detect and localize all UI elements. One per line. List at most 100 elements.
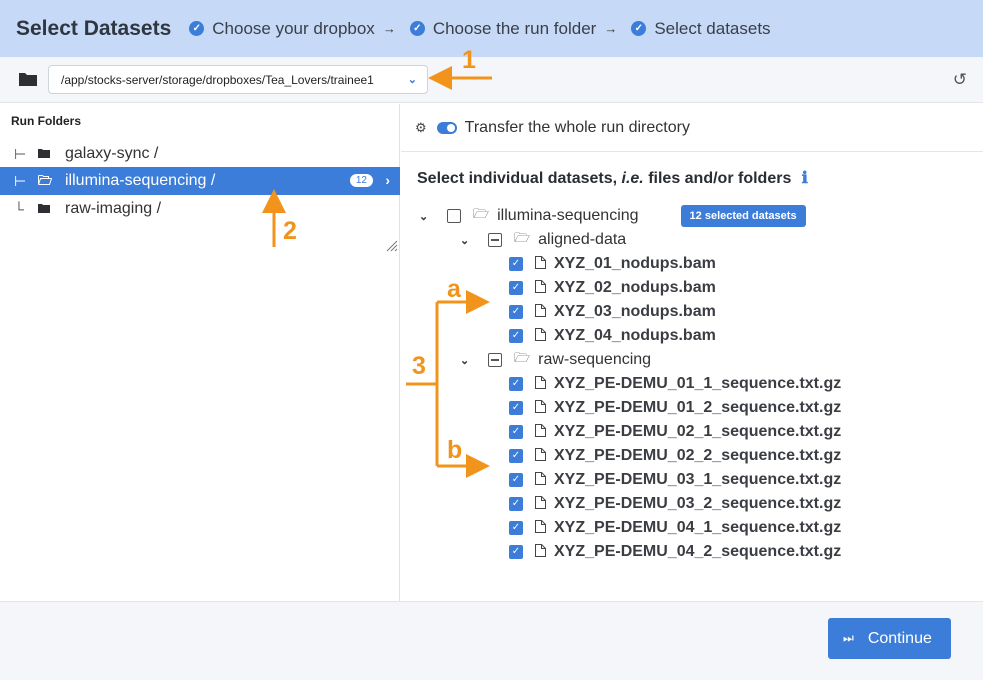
file-checkbox[interactable]: ✓: [509, 545, 523, 559]
continue-label: Continue: [867, 629, 932, 647]
chevron-down-icon[interactable]: ⌄: [460, 234, 474, 247]
tree-folder-row: ⌄ 🗁 raw-sequencing: [460, 348, 651, 372]
file-icon: [535, 520, 546, 536]
step-choose-dropbox[interactable]: ✓ Choose your dropbox →: [189, 19, 396, 39]
file-icon: [535, 328, 546, 344]
folder-checkbox[interactable]: [488, 233, 502, 247]
file-icon: [535, 376, 546, 392]
transfer-toggle[interactable]: [436, 121, 457, 134]
tree-file-row: ✓ XYZ_03_nodups.bam: [509, 300, 716, 324]
folder-icon: [38, 147, 52, 161]
page-title: Select Datasets: [16, 16, 172, 40]
folder-checkbox[interactable]: [488, 353, 502, 367]
file-checkbox[interactable]: ✓: [509, 497, 523, 511]
selection-title-text: files and/or folders: [643, 170, 792, 187]
tree-file-row: ✓ XYZ_02_nodups.bam: [509, 276, 716, 300]
file-checkbox[interactable]: ✓: [509, 257, 523, 271]
root-checkbox[interactable]: [447, 209, 461, 223]
tree-root-row: ⌄ 🗁 illumina-sequencing 12 selected data…: [419, 204, 806, 228]
dataset-count-badge: 12: [349, 174, 373, 187]
tree-file-row: ✓ XYZ_01_nodups.bam: [509, 252, 716, 276]
folder-open-icon: 🗁: [473, 206, 490, 221]
run-folder-galaxy-sync[interactable]: ⊢ galaxy-sync /: [0, 140, 400, 168]
annotation-label-1: 1: [462, 46, 476, 74]
file-checkbox[interactable]: ✓: [509, 305, 523, 319]
folder-icon: [38, 202, 52, 216]
dropbox-path-value: /app/stocks-server/storage/dropboxes/Tea…: [61, 73, 374, 87]
file-name: XYZ_PE-DEMU_03_2_sequence.txt.gz: [554, 495, 842, 512]
check-circle-icon: ✓: [631, 21, 647, 36]
continue-button[interactable]: ⏭ Continue: [828, 618, 951, 659]
file-icon: [535, 304, 546, 320]
tree-file-row: ✓ XYZ_PE-DEMU_01_2_sequence.txt.gz: [509, 396, 841, 420]
tree-file-row: ✓ XYZ_PE-DEMU_04_2_sequence.txt.gz: [509, 540, 841, 564]
file-name: XYZ_PE-DEMU_02_1_sequence.txt.gz: [554, 423, 842, 440]
selection-title: Select individual datasets, i.e. files a…: [417, 168, 808, 188]
chevron-down-icon[interactable]: ⌄: [460, 354, 474, 367]
tree-folder-label: aligned-data: [538, 231, 627, 248]
file-checkbox[interactable]: ✓: [509, 401, 523, 415]
step-label: Choose the run folder: [432, 18, 597, 38]
file-name: XYZ_PE-DEMU_04_2_sequence.txt.gz: [554, 543, 842, 560]
folder-open-icon: [38, 174, 53, 188]
file-checkbox[interactable]: ✓: [509, 329, 523, 343]
chevron-down-icon[interactable]: ⌄: [419, 210, 433, 223]
run-folder-label: galaxy-sync /: [65, 145, 159, 162]
tree-file-row: ✓ XYZ_04_nodups.bam: [509, 324, 716, 348]
annotation-label-b: b: [447, 436, 463, 464]
file-checkbox[interactable]: ✓: [509, 521, 523, 535]
file-name: XYZ_PE-DEMU_01_2_sequence.txt.gz: [554, 399, 842, 416]
file-icon: [535, 544, 546, 560]
tree-file-row: ✓ XYZ_PE-DEMU_01_1_sequence.txt.gz: [509, 372, 841, 396]
chevron-right-icon: ›: [385, 172, 390, 188]
arrow-right-icon: →: [604, 21, 618, 36]
folder-open-icon: 🗁: [514, 350, 531, 365]
step-choose-run-folder[interactable]: ✓ Choose the run folder →: [409, 18, 618, 39]
selection-title-text: Select individual datasets,: [417, 170, 622, 187]
file-icon: [535, 256, 546, 272]
selection-title-ie: i.e.: [621, 170, 644, 187]
run-folder-illumina-sequencing[interactable]: ⊢ illumina-sequencing / 12 ›: [0, 167, 400, 195]
file-name: XYZ_02_nodups.bam: [554, 279, 716, 296]
dropbox-bar: /app/stocks-server/storage/dropboxes/Tea…: [0, 57, 983, 103]
datasets-panel: ⚙ Transfer the whole run directory Selec…: [401, 104, 983, 601]
gear-icon[interactable]: ⚙: [415, 120, 427, 136]
run-folders-panel: Run Folders ⊢ galaxy-sync / ⊢ illumina-s…: [0, 104, 400, 601]
check-circle-icon: ✓: [409, 21, 425, 36]
file-checkbox[interactable]: ✓: [509, 425, 523, 439]
step-label: Choose your dropbox: [212, 18, 375, 38]
file-icon: [535, 424, 546, 440]
file-checkbox[interactable]: ✓: [509, 473, 523, 487]
reload-icon[interactable]: ↺: [953, 70, 967, 90]
file-name: XYZ_04_nodups.bam: [554, 327, 716, 344]
file-icon: [535, 448, 546, 464]
file-checkbox[interactable]: ✓: [509, 281, 523, 295]
file-icon: [535, 400, 546, 416]
run-folders-header: Run Folders: [11, 114, 82, 128]
file-name: XYZ_PE-DEMU_04_1_sequence.txt.gz: [554, 519, 842, 536]
folder-open-icon: 🗁: [514, 230, 531, 245]
file-checkbox[interactable]: ✓: [509, 449, 523, 463]
file-name: XYZ_03_nodups.bam: [554, 303, 716, 320]
annotation-label-3: 3: [412, 352, 426, 380]
tree-branch-icon: ⊢: [14, 145, 27, 162]
dropbox-path-select[interactable]: /app/stocks-server/storage/dropboxes/Tea…: [48, 65, 428, 94]
arrow-right-icon: →: [382, 21, 396, 36]
info-icon[interactable]: ℹ: [802, 168, 808, 187]
resize-handle-icon[interactable]: [386, 240, 398, 252]
run-folder-label: illumina-sequencing /: [65, 172, 216, 189]
tree-corner-icon: └: [14, 201, 24, 217]
folder-icon[interactable]: [18, 71, 38, 87]
footer-bar: ⏭ Continue: [0, 601, 983, 680]
tree-file-row: ✓ XYZ_PE-DEMU_03_2_sequence.txt.gz: [509, 492, 841, 516]
tree-file-row: ✓ XYZ_PE-DEMU_03_1_sequence.txt.gz: [509, 468, 841, 492]
tree-file-row: ✓ XYZ_PE-DEMU_02_2_sequence.txt.gz: [509, 444, 841, 468]
tree-root-label: illumina-sequencing: [497, 207, 639, 224]
file-icon: [535, 496, 546, 512]
transfer-label: Transfer the whole run directory: [464, 118, 690, 136]
file-checkbox[interactable]: ✓: [509, 377, 523, 391]
file-name: XYZ_PE-DEMU_03_1_sequence.txt.gz: [554, 471, 842, 488]
file-icon: [535, 472, 546, 488]
run-folder-raw-imaging[interactable]: └ raw-imaging /: [0, 195, 400, 223]
step-select-datasets[interactable]: ✓ Select datasets: [631, 19, 771, 39]
